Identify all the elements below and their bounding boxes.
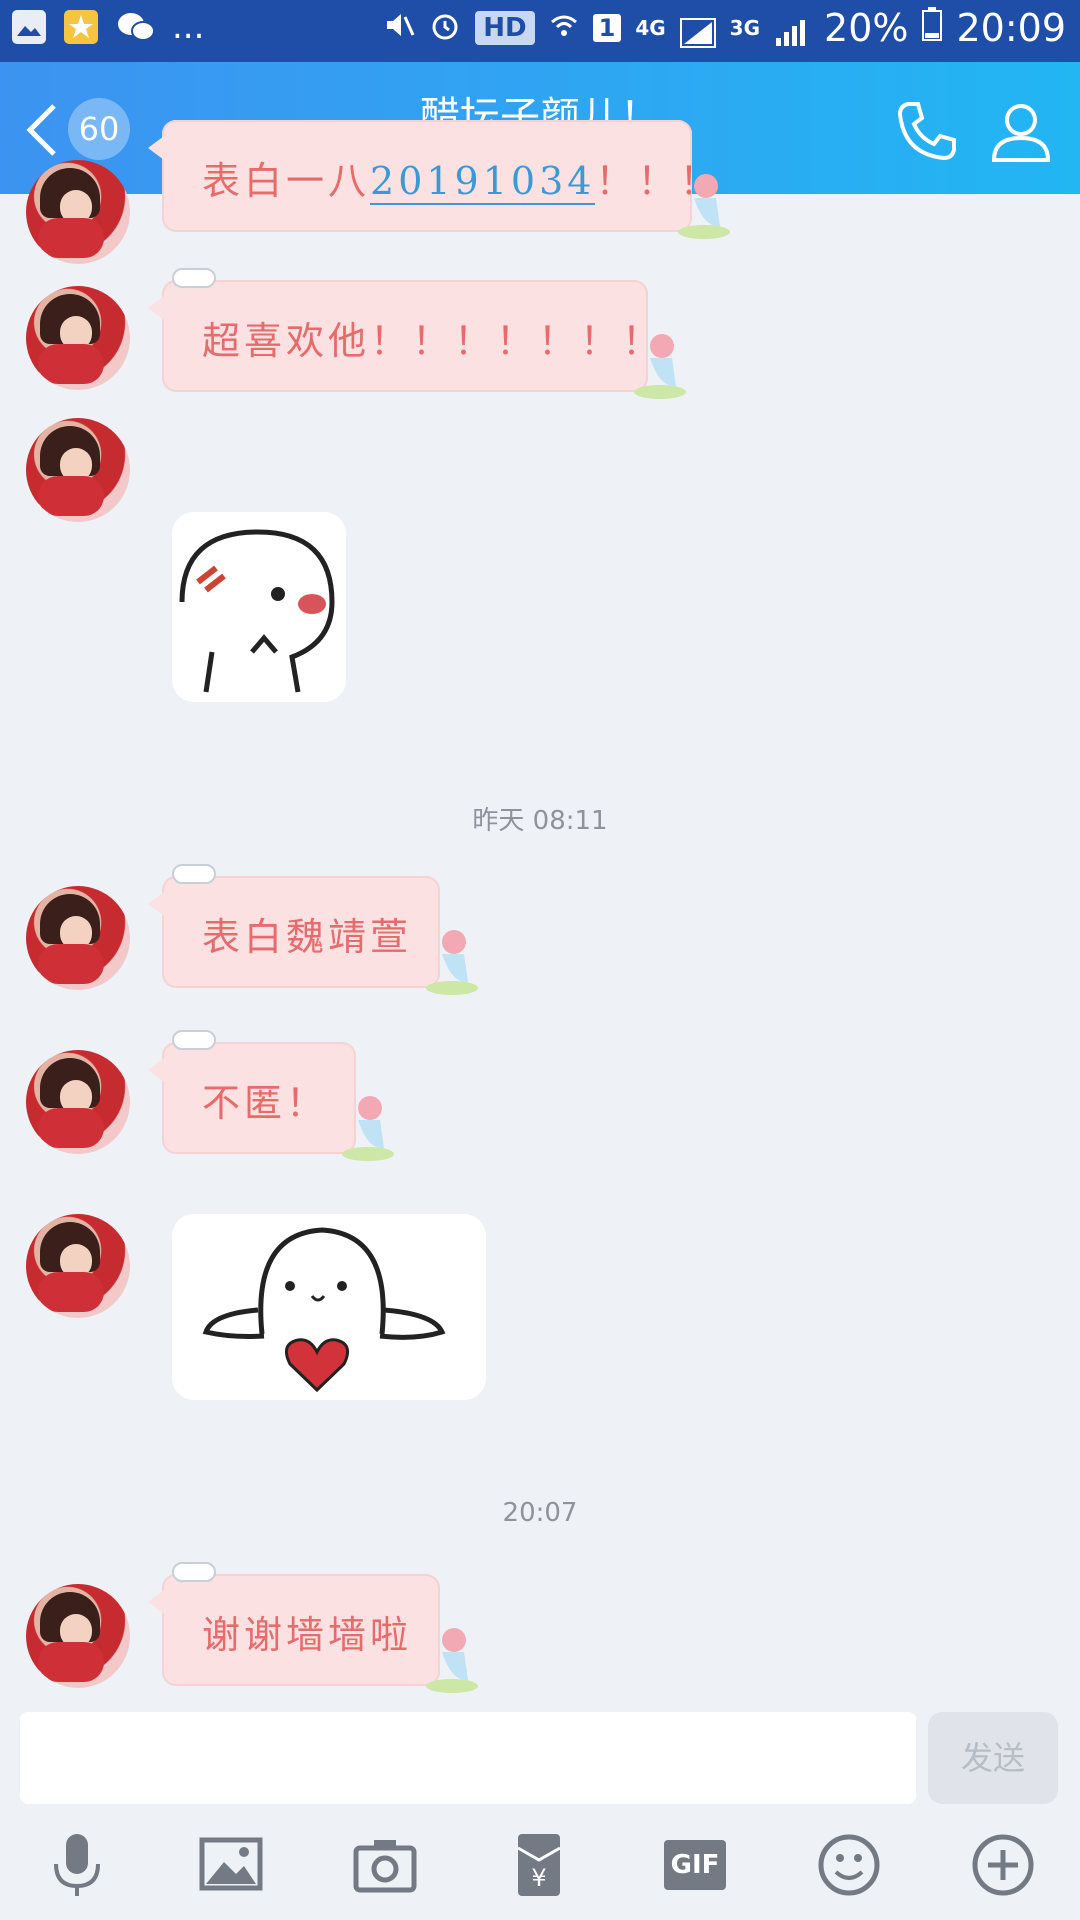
network-type-1: 4G: [635, 16, 666, 40]
profile-button[interactable]: [988, 98, 1054, 164]
input-toolbar: ¥ GIF: [0, 1820, 1080, 1920]
number-link[interactable]: 20191034: [370, 159, 596, 205]
message-text: 表白魏靖萱: [202, 915, 413, 959]
gif-label: GIF: [670, 1850, 720, 1880]
message-bubble[interactable]: 超喜欢他！！！！！！！: [148, 268, 686, 399]
message-bubble[interactable]: 不匿！: [148, 1030, 394, 1161]
mute-icon: [383, 6, 415, 50]
red-packet-icon[interactable]: ¥: [504, 1830, 574, 1900]
call-button[interactable]: [894, 98, 960, 164]
clock: 20:09: [956, 6, 1066, 50]
avatar[interactable]: [26, 160, 130, 264]
phone-icon: [897, 102, 956, 161]
image-icon[interactable]: [196, 1830, 266, 1900]
hd-badge: HD: [475, 11, 535, 45]
avatar[interactable]: [26, 886, 130, 990]
battery-icon: [922, 6, 943, 50]
avatar[interactable]: [26, 1214, 130, 1318]
cloud-icon: [172, 864, 216, 884]
blushing-face-sticker: [179, 529, 335, 693]
microphone-icon[interactable]: [42, 1830, 112, 1900]
bubble-decoration-icon: [340, 1090, 396, 1162]
message-text: 不匿！: [202, 1081, 329, 1125]
wifi-icon: [549, 6, 579, 50]
cloud-icon: [172, 1562, 216, 1582]
sticker-message[interactable]: [172, 512, 346, 702]
avatar[interactable]: [26, 286, 130, 390]
bubble-decoration-icon: [676, 168, 732, 240]
message-text: 表白一八: [202, 159, 371, 203]
bubble-decoration-icon: [424, 924, 480, 996]
battery-percent: 20%: [824, 6, 909, 50]
svg-text:¥: ¥: [531, 1864, 546, 1892]
back-chevron-icon: [22, 102, 62, 162]
signal-icon: [679, 13, 716, 48]
send-button[interactable]: 发送: [928, 1712, 1058, 1804]
unread-count-badge: 60: [68, 98, 130, 160]
more-notifications: ...: [172, 7, 205, 47]
avatar[interactable]: [26, 418, 130, 522]
alarm-icon: [429, 6, 461, 50]
message-text: 超喜欢他！！！！！！！: [202, 319, 665, 363]
cloud-icon: [172, 268, 216, 288]
camera-icon[interactable]: [350, 1830, 420, 1900]
gallery-icon: [12, 10, 46, 44]
gif-icon[interactable]: GIF: [660, 1830, 730, 1900]
avatar[interactable]: [26, 1584, 130, 1688]
sim-badge: 1: [592, 14, 622, 42]
message-bubble[interactable]: 谢谢墙墙啦: [148, 1562, 478, 1693]
avatar[interactable]: [26, 1050, 130, 1154]
star-app-icon: [64, 10, 98, 44]
message-bubble[interactable]: 表白魏靖萱: [148, 864, 478, 995]
network-type-2: 3G: [729, 16, 761, 40]
plus-icon[interactable]: [968, 1830, 1038, 1900]
message-text: 谢谢墙墙啦: [202, 1613, 413, 1657]
cloud-icon: [172, 1030, 216, 1050]
person-icon: [991, 104, 1051, 162]
back-button[interactable]: 60: [18, 92, 138, 164]
message-bubble[interactable]: 表白一八20191034！！！: [148, 120, 730, 239]
emoji-icon[interactable]: [814, 1830, 884, 1900]
bubble-decoration-icon: [424, 1622, 480, 1694]
signal-icon-2: [774, 13, 810, 46]
bubble-decoration-icon: [632, 328, 688, 400]
wechat-icon: [116, 10, 155, 44]
sticker-message[interactable]: [172, 1214, 486, 1400]
status-bar: ... HD 1 4G 3G 20% 20:09: [0, 0, 1080, 62]
message-input[interactable]: [20, 1712, 916, 1804]
heart-face-sticker: [202, 1227, 446, 1393]
timestamp: 20:07: [502, 1498, 578, 1528]
timestamp: 昨天 08:11: [472, 806, 608, 836]
